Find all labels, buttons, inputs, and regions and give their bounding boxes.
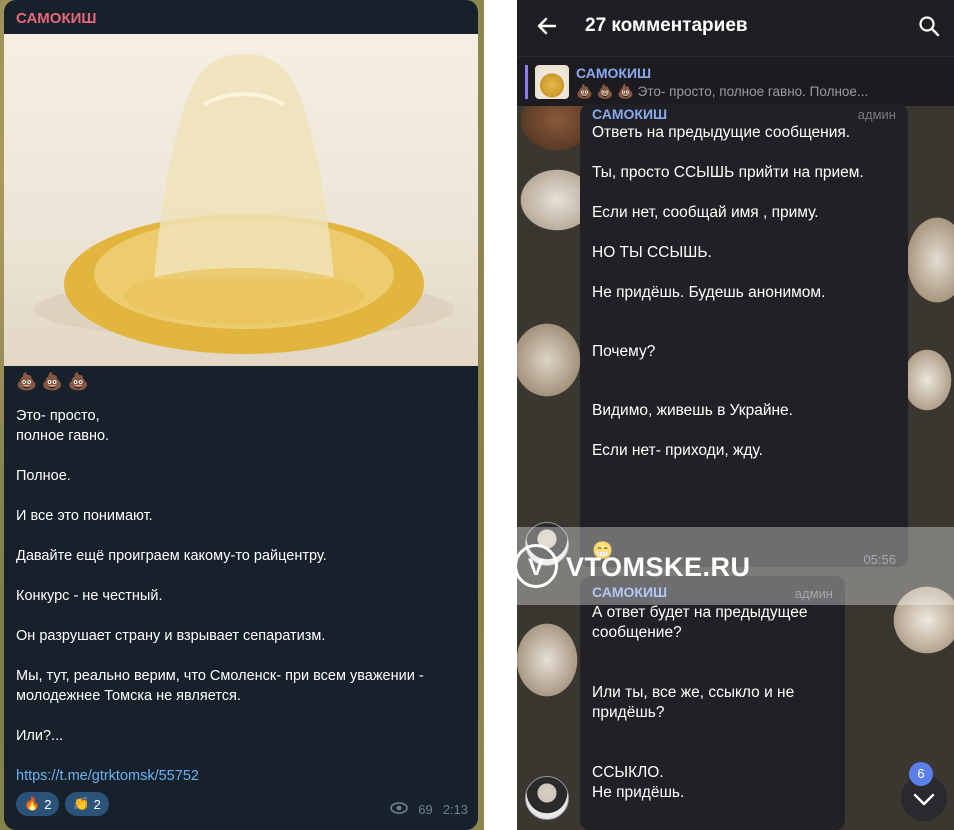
post-link[interactable]: https://t.me/gtrktomsk/55752 bbox=[16, 766, 466, 786]
watermark-logo-letter: V bbox=[528, 554, 544, 581]
post-line: Полное. bbox=[16, 468, 71, 484]
post-line: полное гавно. bbox=[16, 428, 110, 444]
comment-line: ССЫКЛО. bbox=[592, 764, 664, 781]
comment-bubble[interactable]: САМОКИШ админ А ответ будет на предыдуще… bbox=[580, 576, 845, 830]
condom-image bbox=[34, 54, 454, 354]
avatar[interactable] bbox=[525, 776, 569, 820]
post-photo[interactable] bbox=[4, 34, 478, 366]
comment-line: Не придёшь. bbox=[592, 784, 685, 801]
post-meta: 69 2:13 bbox=[390, 802, 468, 817]
top-bar: 27 комментариев bbox=[517, 0, 954, 56]
comment-line: Не придёшь. Будешь анонимом. bbox=[592, 284, 826, 301]
search-icon[interactable] bbox=[918, 15, 940, 37]
left-panel: САМОКИШ 💩 💩 💩 Это- просто, полное гавно.… bbox=[0, 0, 484, 830]
comment-line: Ответь на предыдущие сообщения. bbox=[592, 124, 851, 141]
reaction-fire[interactable]: 🔥 2 bbox=[16, 792, 60, 816]
comment-line: Или ты, все же, ссыкло и не придёшь? bbox=[592, 684, 795, 721]
comment-line: Если нет- приходи, жду. bbox=[592, 442, 763, 459]
reaction-count: 2 bbox=[93, 796, 101, 812]
comment-text: А ответ будет на предыдущее сообщение? И… bbox=[592, 603, 837, 823]
post-line: Мы, тут, реально верим, что Смоленск- пр… bbox=[16, 668, 424, 704]
comment-line: А ответ будет на предыдущее сообщение? bbox=[592, 604, 808, 641]
post-line: Он разрушает страну и взрывает сепаратиз… bbox=[16, 628, 326, 644]
channel-post: САМОКИШ 💩 💩 💩 Это- просто, полное гавно.… bbox=[4, 0, 478, 830]
clap-icon: 👏 bbox=[73, 796, 90, 811]
view-count: 69 bbox=[418, 802, 433, 817]
comments-title: 27 комментариев bbox=[585, 15, 748, 36]
post-line: И все это понимают. bbox=[16, 508, 153, 524]
post-line: Конкурс - не честный. bbox=[16, 588, 163, 604]
comments-panel: 27 комментариев САМОКИШ 💩 💩 💩 Это- прост… bbox=[517, 0, 954, 830]
post-time: 2:13 bbox=[442, 802, 468, 817]
watermark-text: VTOMSKE.RU bbox=[566, 552, 751, 582]
eye-icon bbox=[390, 802, 409, 817]
poop-emojis: 💩 💩 💩 bbox=[16, 372, 89, 391]
watermark-logo: V bbox=[514, 544, 558, 588]
post-line: Давайте ещё проиграем какому-то райцентр… bbox=[16, 548, 327, 564]
pinned-accent-bar bbox=[525, 65, 528, 99]
reaction-clap[interactable]: 👏 2 bbox=[65, 792, 109, 816]
pinned-sender: САМОКИШ bbox=[576, 65, 652, 81]
pinned-post[interactable]: САМОКИШ 💩 💩 💩 Это- просто, полное гавно.… bbox=[517, 56, 954, 106]
admin-label: админ bbox=[857, 107, 896, 122]
post-line: Или?... bbox=[16, 728, 64, 744]
post-text: 💩 💩 💩 Это- просто, полное гавно. Полное.… bbox=[16, 372, 466, 786]
comment-line: Ты, просто ССЫШЬ прийти на прием. bbox=[592, 164, 864, 181]
comment-bubble[interactable]: САМОКИШ админ Ответь на предыдущие сообщ… bbox=[580, 104, 908, 567]
comment-line: Если нет, сообщай имя , приму. bbox=[592, 204, 819, 221]
post-sender[interactable]: САМОКИШ bbox=[16, 10, 96, 27]
back-arrow-icon[interactable] bbox=[535, 14, 559, 38]
comment-line: НО ТЫ ССЫШЬ. bbox=[592, 244, 712, 261]
reaction-count: 2 bbox=[44, 796, 52, 812]
reactions: 🔥 2 👏 2 bbox=[16, 792, 109, 816]
comment-line: Почему? bbox=[592, 343, 656, 360]
unread-badge: 6 bbox=[909, 762, 933, 786]
comment-sender: САМОКИШ bbox=[592, 106, 668, 122]
post-line: Это- просто, bbox=[16, 408, 100, 424]
fire-icon: 🔥 bbox=[24, 796, 41, 811]
comment-text: Ответь на предыдущие сообщения. Ты, прос… bbox=[592, 123, 892, 481]
comment-line: Видимо, живешь в Украйне. bbox=[592, 402, 793, 419]
pinned-preview: 💩 💩 💩 Это- просто, полное гавно. Полное.… bbox=[576, 84, 869, 99]
pinned-thumbnail bbox=[535, 65, 569, 99]
